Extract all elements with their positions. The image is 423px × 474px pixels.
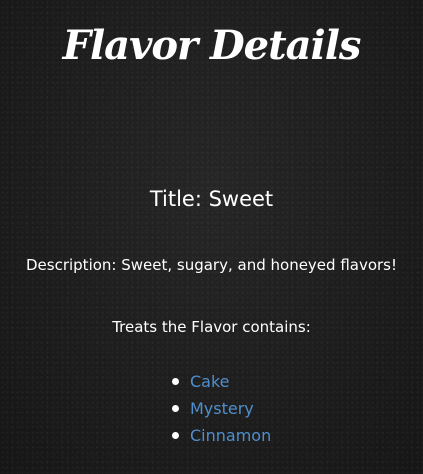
treat-list: Cake Mystery Cinnamon xyxy=(172,370,271,451)
bullet-icon xyxy=(172,378,179,385)
list-item: Cinnamon xyxy=(172,424,271,451)
bullet-icon xyxy=(172,432,179,439)
flavor-description: Description: Sweet, sugary, and honeyed … xyxy=(25,256,398,274)
list-item: Mystery xyxy=(172,397,271,424)
bullet-icon xyxy=(172,405,179,412)
treats-heading: Treats the Flavor contains: xyxy=(112,318,311,336)
list-item: Cake xyxy=(172,370,271,397)
flavor-title: Title: Sweet xyxy=(149,187,274,211)
treat-link-cake[interactable]: Cake xyxy=(190,372,230,391)
page-title: Flavor Details xyxy=(62,22,362,69)
treat-link-mystery[interactable]: Mystery xyxy=(190,399,254,418)
treat-link-cinnamon[interactable]: Cinnamon xyxy=(190,426,271,445)
